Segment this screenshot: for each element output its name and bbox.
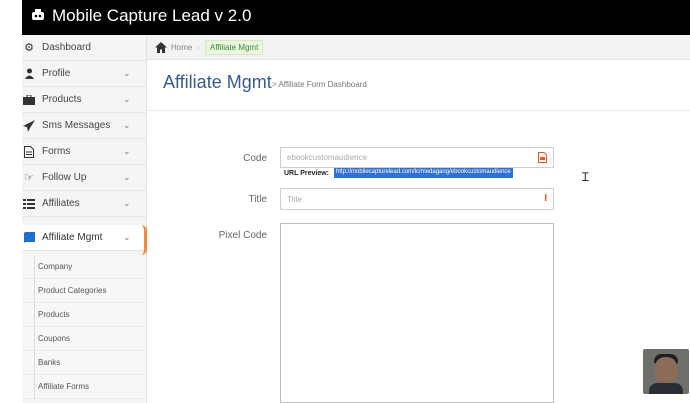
home-icon[interactable] xyxy=(155,42,167,56)
chevron-down-icon: ⌄ xyxy=(123,120,131,130)
url-preview-value[interactable]: http://mobilecapturelead.com/lc/medagang… xyxy=(334,168,513,178)
sidebar-item-label: Forms xyxy=(42,146,71,157)
briefcase-icon xyxy=(22,93,36,107)
book-icon xyxy=(22,231,36,245)
submenu-item-label: Company xyxy=(38,262,73,271)
list-icon xyxy=(22,197,36,211)
sidebar-item-label: Affiliates xyxy=(42,198,80,209)
graduation-cap-icon xyxy=(30,8,46,24)
send-icon xyxy=(22,119,36,133)
breadcrumb-current: Affiliate Mgmt xyxy=(205,40,264,55)
code-field[interactable]: ebookcustomaudience xyxy=(280,147,554,168)
chevron-down-icon: ⌄ xyxy=(123,232,131,242)
sidebar-item-label: Products xyxy=(42,94,82,105)
text-cursor-icon: Ɪ xyxy=(582,170,589,184)
breadcrumb-home-link[interactable]: Home xyxy=(171,43,192,52)
submenu-guide-line xyxy=(34,375,35,399)
sidebar-item-label: Dashboard xyxy=(42,42,91,53)
submenu-guide-line xyxy=(34,255,35,279)
sidebar-edge xyxy=(0,35,22,403)
submenu-item-label: Affiliate Forms xyxy=(38,382,89,391)
sidebar-item-label: Profile xyxy=(42,68,71,79)
chevron-down-icon: ⌄ xyxy=(123,172,131,182)
window-edge xyxy=(0,0,22,35)
submenu-guide-line xyxy=(34,351,35,375)
submenu-guide-line xyxy=(34,327,35,351)
submenu-item-banks[interactable]: Banks xyxy=(22,351,146,375)
submenu-item-company[interactable]: Company xyxy=(22,255,146,279)
code-field-value: ebookcustomaudience xyxy=(287,153,368,162)
file-icon xyxy=(538,152,547,166)
title-field[interactable]: Title I xyxy=(280,188,554,210)
webcam-overlay xyxy=(643,349,689,394)
pixel-code-label: Pixel Code xyxy=(218,230,267,241)
app-title: Mobile Capture Lead v 2.0 xyxy=(52,6,252,25)
submenu-item-label: Products xyxy=(38,310,70,319)
app-header: Mobile Capture Lead v 2.0 xyxy=(0,0,690,35)
chevron-down-icon: ⌄ xyxy=(123,198,131,208)
submenu-guide-line xyxy=(34,279,35,303)
title-field-placeholder: Title xyxy=(287,194,302,204)
submenu-item-label: Coupons xyxy=(38,334,71,343)
title-label: Title xyxy=(248,194,267,205)
page-title: Affiliate Mgmt xyxy=(163,72,272,92)
webcam-face xyxy=(655,357,677,383)
dashboard-icon: ⚙ xyxy=(24,42,34,54)
chevron-down-icon: ⌄ xyxy=(123,68,131,78)
document-icon xyxy=(22,145,36,159)
breadcrumb: Home › Affiliate Mgmt xyxy=(147,35,690,60)
user-icon xyxy=(22,67,36,81)
hand-pointer-icon: ☞ xyxy=(24,172,34,184)
sidebar-item-label: Affiliate Mgmt xyxy=(42,232,103,243)
submenu-item-label: Product Categories xyxy=(38,286,107,295)
url-preview-label: URL Preview: xyxy=(284,170,329,177)
app-brand[interactable]: Mobile Capture Lead v 2.0 xyxy=(30,6,251,26)
code-label: Code xyxy=(243,153,267,164)
chevron-down-icon: ⌄ xyxy=(123,146,131,156)
webcam-shirt xyxy=(649,383,683,394)
page-subtitle: > Affiliate Form Dashboard xyxy=(272,80,367,89)
sidebar: ⚙ Dashboard Profile ⌄ Products ⌄ Sms Mes… xyxy=(0,35,147,403)
submenu-item-products[interactable]: Products xyxy=(22,303,146,327)
submenu-guide-line xyxy=(34,303,35,327)
pixel-code-textarea[interactable] xyxy=(280,223,554,403)
submenu-item-coupons[interactable]: Coupons xyxy=(22,327,146,351)
active-item-marker xyxy=(141,225,147,255)
sidebar-item-label: Sms Messages xyxy=(42,120,111,131)
submenu-item-product-categories[interactable]: Product Categories xyxy=(22,279,146,303)
breadcrumb-separator: › xyxy=(197,42,200,52)
submenu-item-label: Banks xyxy=(38,358,61,367)
header-divider xyxy=(147,110,690,111)
chevron-down-icon: ⌄ xyxy=(123,94,131,104)
text-format-icon: I xyxy=(544,193,547,204)
submenu-item-affiliate-forms[interactable]: Affiliate Forms xyxy=(22,375,146,399)
sidebar-item-label: Follow Up xyxy=(42,172,87,183)
